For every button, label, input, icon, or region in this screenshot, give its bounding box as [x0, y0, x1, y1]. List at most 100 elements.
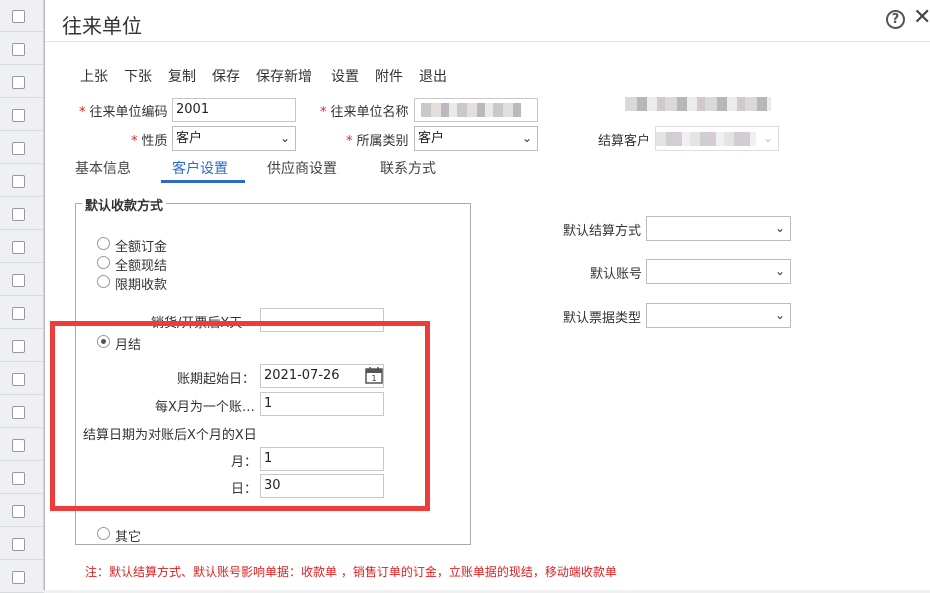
next-record-button[interactable]: 下张: [124, 66, 152, 86]
radio-other[interactable]: [97, 527, 110, 540]
row-checkbox[interactable]: [12, 538, 25, 551]
save-button[interactable]: 保存: [212, 66, 240, 86]
attachment-button[interactable]: 附件: [375, 66, 403, 86]
name-field[interactable]: [414, 98, 538, 122]
save-and-new-button[interactable]: 保存新增: [256, 66, 312, 86]
full-deposit-label: 全额订金: [115, 240, 168, 255]
settings-button[interactable]: 设置: [331, 66, 359, 86]
highlight-annotation-box: [50, 321, 430, 511]
background-row: [0, 66, 44, 98]
settle-client-label: 结算客户: [598, 134, 651, 149]
default-settle-method-select[interactable]: ⌄: [646, 216, 791, 241]
background-row: [0, 165, 44, 197]
other-label: 其它: [115, 530, 142, 545]
name-label: * 往来单位名称: [320, 101, 409, 120]
code-field[interactable]: 2001: [172, 98, 296, 122]
settlement-note: 注：默认结算方式、默认账号影响单据：收款单 ，销售订单的订金，立账单据的现结，移…: [85, 565, 617, 579]
row-checkbox[interactable]: [12, 175, 25, 188]
row-checkbox[interactable]: [12, 76, 25, 89]
help-icon[interactable]: ?: [886, 10, 905, 29]
nature-label-text: 性质: [141, 134, 168, 149]
background-row: [0, 396, 44, 428]
category-label-text: 所属类别: [356, 134, 409, 149]
required-mark: *: [346, 134, 353, 149]
title-divider: [45, 41, 930, 42]
row-checkbox[interactable]: [12, 109, 25, 122]
radio-full-cash[interactable]: [97, 256, 110, 269]
background-row: [0, 363, 44, 395]
background-row: [0, 264, 44, 296]
required-mark: *: [131, 134, 138, 149]
background-row: [0, 99, 44, 131]
row-checkbox[interactable]: [12, 307, 25, 320]
default-settle-method-label: 默认结算方式: [563, 224, 642, 239]
background-row: [0, 495, 44, 527]
chevron-down-icon: ⌄: [774, 264, 785, 278]
background-row-selector-column: [0, 0, 44, 593]
chevron-down-icon: ⌄: [521, 131, 532, 145]
active-tab-indicator: [161, 180, 245, 183]
row-checkbox[interactable]: [12, 472, 25, 485]
code-label: * 往来单位编码: [79, 101, 168, 120]
term-collection-label: 限期收款: [115, 278, 168, 293]
background-row: [0, 198, 44, 230]
chevron-down-icon: ⌄: [774, 308, 785, 322]
row-checkbox[interactable]: [12, 406, 25, 419]
row-checkbox[interactable]: [12, 505, 25, 518]
required-mark: *: [320, 105, 327, 120]
background-row: [0, 528, 44, 560]
row-checkbox[interactable]: [12, 571, 25, 584]
chevron-down-icon: ⌄: [279, 131, 290, 145]
row-checkbox[interactable]: [12, 373, 25, 386]
prev-record-button[interactable]: 上张: [80, 66, 108, 86]
partner-unit-dialog: 往来单位 ? ✕ 上张 下张 复制 保存 保存新增 设置 附件 退出 * 往来单位…: [44, 0, 930, 590]
default-account-label: 默认账号: [590, 267, 643, 282]
exit-button[interactable]: 退出: [419, 66, 447, 86]
chevron-down-icon: ⌄: [762, 131, 773, 145]
nature-label: * 性质: [131, 130, 168, 149]
background-row: [0, 429, 44, 461]
nature-select[interactable]: 客户 ⌄: [172, 126, 296, 151]
background-row: [0, 0, 44, 32]
tab-supplier-settings[interactable]: 供应商设置: [267, 158, 337, 178]
code-label-text: 往来单位编码: [89, 105, 168, 120]
background-row: [0, 231, 44, 263]
category-select[interactable]: 客户 ⌄: [414, 126, 538, 151]
background-row: [0, 462, 44, 494]
category-label: * 所属类别: [346, 130, 409, 149]
category-value: 客户: [418, 131, 445, 146]
row-checkbox[interactable]: [12, 208, 25, 221]
radio-term-collection[interactable]: [97, 275, 110, 288]
row-checkbox[interactable]: [12, 340, 25, 353]
tab-contact-info[interactable]: 联系方式: [380, 158, 436, 178]
row-checkbox[interactable]: [12, 43, 25, 56]
receipt-method-legend: 默认收款方式: [82, 195, 167, 214]
row-checkbox[interactable]: [12, 142, 25, 155]
redacted-name: [421, 103, 521, 117]
full-cash-label: 全额现结: [115, 259, 168, 274]
default-invoice-type-label: 默认票据类型: [563, 311, 642, 326]
background-row: [0, 33, 44, 65]
required-mark: *: [79, 105, 86, 120]
name-label-text: 往来单位名称: [330, 105, 409, 120]
row-checkbox[interactable]: [12, 439, 25, 452]
redacted-info: [625, 97, 771, 111]
background-row: [0, 330, 44, 362]
dialog-title: 往来单位: [62, 14, 142, 38]
chevron-down-icon: ⌄: [774, 221, 785, 235]
settle-client-select[interactable]: ⌄: [655, 126, 779, 151]
copy-button[interactable]: 复制: [168, 66, 196, 86]
row-checkbox[interactable]: [12, 274, 25, 287]
redacted-settle-client: [656, 132, 756, 146]
close-icon[interactable]: ✕: [913, 6, 930, 30]
nature-value: 客户: [176, 131, 203, 146]
row-checkbox[interactable]: [12, 10, 25, 23]
default-invoice-type-select[interactable]: ⌄: [646, 303, 791, 328]
radio-full-deposit[interactable]: [97, 237, 110, 250]
default-account-select[interactable]: ⌄: [646, 259, 791, 284]
row-checkbox[interactable]: [12, 241, 25, 254]
background-row: [0, 297, 44, 329]
background-row: [0, 561, 44, 593]
tab-basic-info[interactable]: 基本信息: [75, 158, 131, 178]
tab-customer-settings[interactable]: 客户设置: [172, 158, 228, 178]
